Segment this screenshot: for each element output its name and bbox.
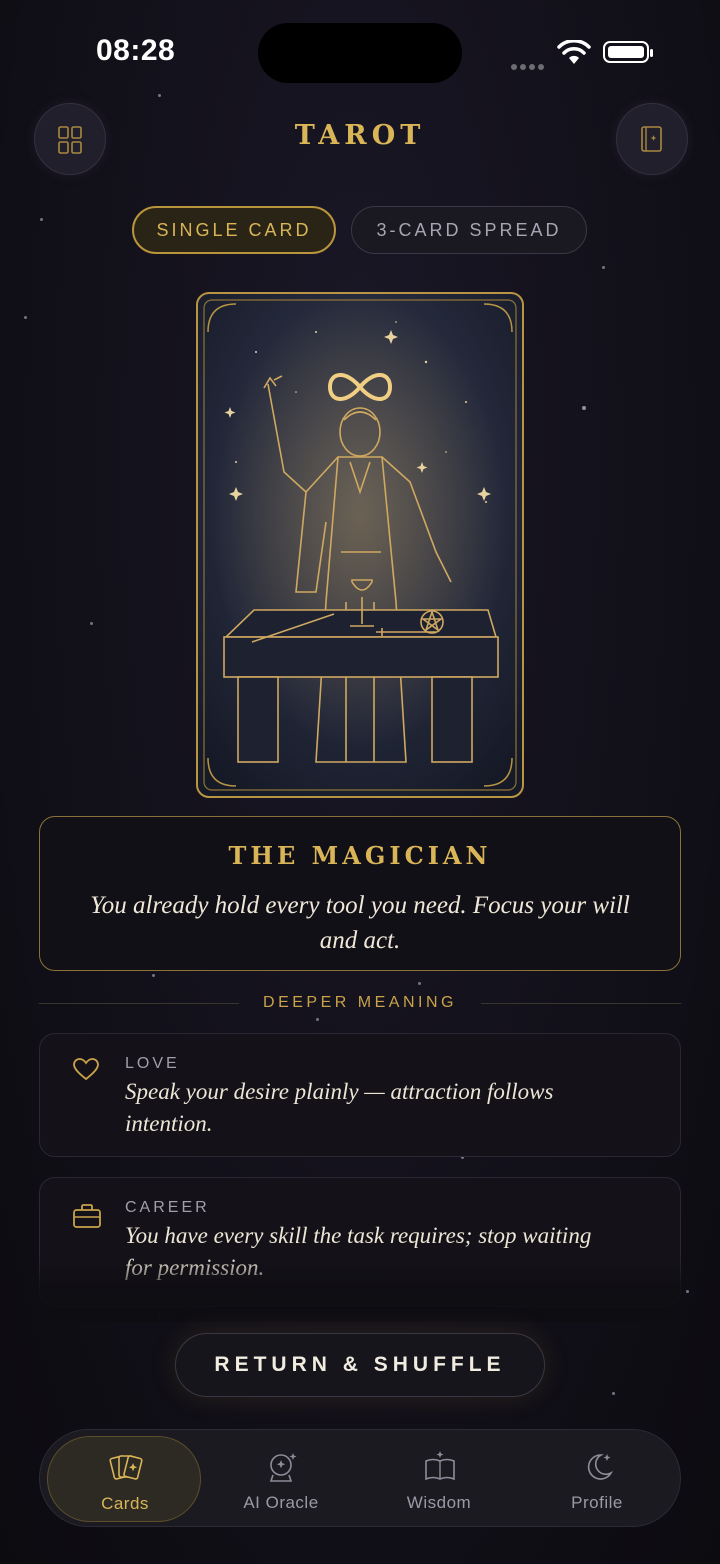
crystal-ball-icon — [269, 1453, 297, 1482]
love-meaning-card: LOVE Speak your desire plainly — attract… — [39, 1033, 681, 1157]
tab-ai-oracle-label: AI Oracle — [243, 1493, 319, 1512]
love-text: Speak your desire plainly — attraction f… — [125, 1079, 554, 1136]
career-label: CAREER — [125, 1199, 210, 1216]
divider-line-right — [481, 1003, 681, 1004]
page-title: TAROT — [294, 120, 426, 151]
dynamic-island — [258, 23, 462, 83]
three-card-spread-tab[interactable]: 3-CARD SPREAD — [351, 206, 587, 254]
card-meaning-panel: THE MAGICIAN You already hold every tool… — [39, 816, 681, 971]
status-bar: 08:28 — [0, 0, 720, 100]
bottom-tab-bar: Cards AI Oracle Wisdom Profile — [39, 1429, 681, 1527]
cards-icon — [109, 1455, 143, 1480]
return-shuffle-button[interactable]: RETURN & SHUFFLE — [175, 1333, 545, 1397]
tab-wisdom-label: Wisdom — [406, 1493, 472, 1512]
tarot-card-image[interactable] — [196, 292, 524, 798]
deeper-meaning-divider: DEEPER MEANING — [39, 992, 681, 1016]
tab-profile-label: Profile — [571, 1493, 623, 1512]
briefcase-icon — [73, 1204, 101, 1228]
book-icon — [641, 126, 662, 152]
tab-wisdom[interactable]: Wisdom — [362, 1436, 516, 1522]
open-book-icon — [425, 1451, 455, 1481]
battery-icon — [603, 41, 653, 63]
wifi-icon — [557, 40, 591, 64]
moon-icon — [587, 1454, 614, 1480]
single-card-tab[interactable]: SINGLE CARD — [132, 206, 336, 254]
tab-ai-oracle[interactable]: AI Oracle — [204, 1436, 358, 1522]
scroll-fade-overlay — [39, 1258, 681, 1322]
heart-icon — [73, 1058, 99, 1081]
tab-profile[interactable]: Profile — [520, 1436, 674, 1522]
tab-cards[interactable]: Cards — [47, 1436, 201, 1522]
card-message: You already hold every tool you need. Fo… — [90, 892, 630, 954]
signal-icon — [511, 57, 547, 75]
status-time: 08:28 — [96, 34, 176, 67]
tab-cards-label: Cards — [101, 1494, 149, 1513]
journal-button[interactable] — [616, 103, 688, 175]
love-label: LOVE — [125, 1055, 180, 1072]
card-name: THE MAGICIAN — [228, 841, 492, 870]
